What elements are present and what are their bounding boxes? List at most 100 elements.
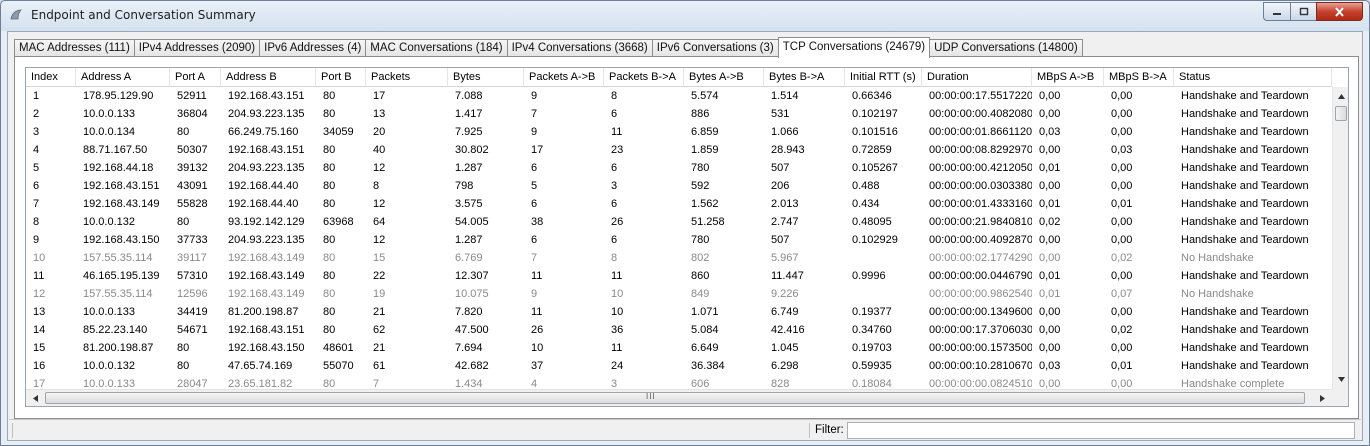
cell-port-b: 80 (323, 306, 336, 318)
column-header-address-a[interactable]: Address A (76, 68, 170, 87)
cell-status: No Handshake (1181, 252, 1254, 264)
maximize-icon (1299, 7, 1308, 15)
cell-packets-b-to-a: 11 (611, 126, 623, 138)
title-bar[interactable]: Endpoint and Conversation Summary (1, 1, 1369, 31)
cell-port-a: 37733 (177, 234, 208, 246)
table-row[interactable]: 14 85.22.23.140 54671 192.168.43.151 80 62 47.… (26, 321, 1332, 339)
tab-udp-conversations[interactable]: UDP Conversations (14800) (929, 39, 1083, 57)
cell-initial-rtt-s: 0.48095 (852, 216, 892, 228)
table-row[interactable]: 11 46.165.195.139 57310 192.168.43.149 80 22 1… (26, 267, 1332, 285)
table-row[interactable]: 8 10.0.0.132 80 93.192.142.129 63968 64 54.005… (26, 213, 1332, 231)
horizontal-scroll-thumb[interactable] (45, 392, 1305, 404)
cell-index: 14 (33, 324, 46, 336)
scroll-right-button[interactable] (1314, 390, 1331, 406)
table-row[interactable]: 3 10.0.0.134 80 66.249.75.160 34059 20 7.925 9 1… (26, 123, 1332, 141)
table-row[interactable]: 5 192.168.44.18 39132 204.93.223.135 80 12 1.2… (26, 159, 1332, 177)
horizontal-scrollbar[interactable]: III (26, 389, 1332, 406)
cell-bytes-b-to-a: 1.066 (771, 126, 799, 138)
cell-duration: 00:00:00:00.409287000 (929, 234, 1032, 246)
table-row[interactable]: 12 157.55.35.114 12596 192.168.43.149 80 19 10… (26, 285, 1332, 303)
column-header-mbps-a-to-b[interactable]: MBpS A->B (1032, 68, 1104, 87)
cell-bytes-a-to-b: 849 (691, 288, 710, 300)
table-row[interactable]: 17 10.0.0.133 28047 23.65.181.82 80 7 1.434 4 3 6… (26, 375, 1332, 389)
column-header-index[interactable]: Index (26, 68, 76, 87)
column-header-mbps-b-to-a[interactable]: MBpS B->A (1104, 68, 1174, 87)
table-row[interactable]: 15 81.200.198.87 80 192.168.43.150 48601 21 7.… (26, 339, 1332, 357)
column-header-duration[interactable]: Duration (922, 68, 1032, 87)
tab-mac-conversations[interactable]: MAC Conversations (184) (365, 39, 508, 57)
tab-ipv4-addresses[interactable]: IPv4 Addresses (2090) (133, 39, 261, 57)
cell-index: 3 (33, 126, 40, 138)
column-header-port-a[interactable]: Port A (170, 68, 221, 87)
cell-address-b: 93.192.142.129 (228, 216, 305, 228)
table-row[interactable]: 4 88.71.167.50 50307 192.168.43.151 80 40 30.8… (26, 141, 1332, 159)
filter-input[interactable] (847, 422, 1355, 439)
cell-initial-rtt-s (845, 285, 922, 303)
minimize-button[interactable] (1263, 2, 1290, 21)
table-row[interactable]: 1 178.95.129.90 52911 192.168.43.151 80 17 7.0… (26, 87, 1332, 105)
column-header-packets[interactable]: Packets (366, 68, 448, 87)
cell-index: 11 (33, 270, 45, 282)
cell-port-b: 63968 (323, 216, 354, 228)
table-body[interactable]: 1 178.95.129.90 52911 192.168.43.151 80 17 7.0… (26, 87, 1332, 389)
cell-port-a: 39117 (177, 252, 207, 264)
cell-initial-rtt-s: 0.19377 (852, 306, 892, 318)
column-header-status[interactable]: Status (1174, 68, 1332, 87)
scroll-down-button[interactable] (1333, 371, 1348, 388)
cell-duration: 00:00:00:17.370603000 (929, 324, 1032, 336)
cell-mbps-b-to-a: 0,00 (1111, 306, 1133, 318)
cell-initial-rtt-s: 0.72859 (852, 144, 892, 156)
table-row[interactable]: 10 157.55.35.114 39117 192.168.43.149 80 15 6.… (26, 249, 1332, 267)
table-row[interactable]: 13 10.0.0.133 34419 81.200.198.87 80 21 7.820 1… (26, 303, 1332, 321)
table-row[interactable]: 16 10.0.0.132 80 47.65.74.169 55070 61 42.682 3… (26, 357, 1332, 375)
tab-tcp-conversations[interactable]: TCP Conversations (24679) (777, 37, 931, 58)
vertical-scroll-thumb[interactable] (1335, 106, 1347, 121)
cell-address-a: 88.71.167.50 (83, 144, 148, 156)
cell-mbps-b-to-a: 0,00 (1111, 162, 1133, 174)
cell-mbps-b-to-a: 0,00 (1111, 378, 1133, 389)
cell-mbps-a-to-b: 0,01 (1039, 270, 1061, 282)
tab-ipv6-addresses[interactable]: IPv6 Addresses (4) (259, 39, 367, 57)
tab-ipv4-conversations[interactable]: IPv4 Conversations (3668) (506, 39, 653, 57)
cell-bytes: 3.575 (455, 198, 483, 210)
column-header-bytes-b-to-a[interactable]: Bytes B->A (764, 68, 845, 87)
maximize-button[interactable] (1290, 2, 1316, 21)
scroll-left-button[interactable] (27, 390, 44, 406)
column-header-port-b[interactable]: Port B (316, 68, 366, 87)
cell-packets-a-to-b: 7 (531, 252, 538, 264)
window-controls (1263, 2, 1363, 21)
cell-packets-b-to-a: 26 (611, 216, 624, 228)
table-row[interactable]: 9 192.168.43.150 37733 204.93.223.135 80 12 1.… (26, 231, 1332, 249)
column-header-address-b[interactable]: Address B (221, 68, 316, 87)
cell-port-a: 80 (177, 216, 190, 228)
column-header-bytes[interactable]: Bytes (448, 68, 524, 87)
column-header-packets-a-to-b[interactable]: Packets A->B (524, 68, 604, 87)
column-header-bytes-a-to-b[interactable]: Bytes A->B (684, 68, 764, 87)
cell-bytes-a-to-b: 6.859 (691, 126, 719, 138)
cell-mbps-b-to-a: 0,00 (1111, 90, 1133, 102)
arrow-right-icon (1320, 395, 1325, 402)
close-button[interactable] (1316, 2, 1363, 21)
cell-duration: 00:00:00:00.986254000 (929, 288, 1032, 300)
tab-mac-addresses[interactable]: MAC Addresses (111) (14, 39, 135, 57)
vertical-scrollbar[interactable] (1332, 87, 1348, 389)
scroll-corner (1332, 389, 1348, 406)
column-header-packets-b-to-a[interactable]: Packets B->A (604, 68, 684, 87)
cell-bytes-b-to-a: 2.747 (771, 216, 799, 228)
table-row[interactable]: 7 192.168.43.149 55828 192.168.44.40 80 12 3.5… (26, 195, 1332, 213)
cell-packets-b-to-a: 3 (611, 378, 618, 389)
cell-address-a: 10.0.0.133 (83, 306, 135, 318)
tab-ipv6-conversations[interactable]: IPv6 Conversations (3) (651, 39, 779, 57)
table-row[interactable]: 2 10.0.0.133 36804 204.93.223.135 80 13 1.417 7… (26, 105, 1332, 123)
scroll-up-button[interactable] (1333, 88, 1348, 105)
column-header-initial-rtt-s[interactable]: Initial RTT (s) (845, 68, 922, 87)
cell-port-a: 39132 (177, 162, 208, 174)
status-divider (809, 423, 810, 438)
close-icon (1335, 6, 1344, 17)
cell-packets-b-to-a: 10 (611, 288, 624, 300)
cell-index: 13 (33, 306, 46, 318)
table-row[interactable]: 6 192.168.43.151 43091 192.168.44.40 80 8 798 5… (26, 177, 1332, 195)
cell-bytes-a-to-b: 51.258 (691, 216, 725, 228)
cell-mbps-a-to-b: 0,00 (1039, 234, 1061, 246)
cell-duration: 00:00:00:00.134960000 (929, 306, 1032, 318)
